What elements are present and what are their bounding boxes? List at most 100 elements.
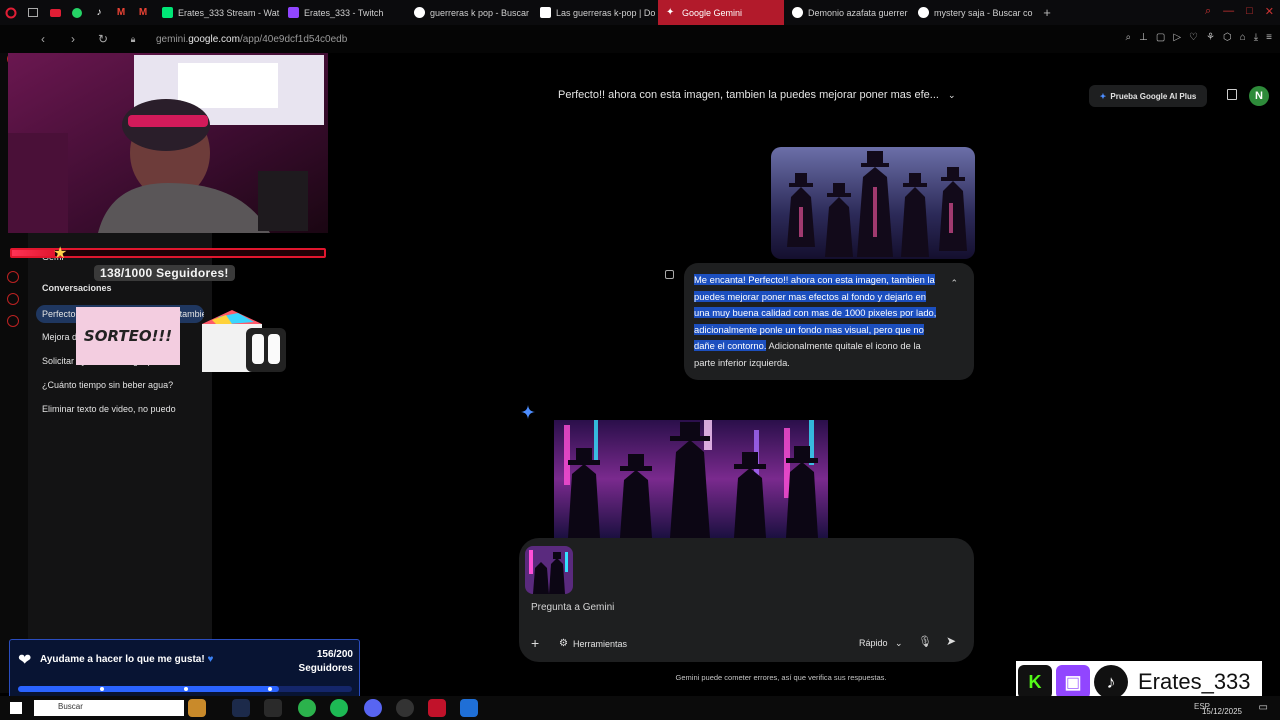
sidebar-app-icon[interactable]: [7, 271, 19, 283]
conversation-title[interactable]: Perfecto!! ahora con esta imagen, tambie…: [558, 89, 956, 101]
tools-button[interactable]: ⚙︎ Herramientas: [559, 638, 627, 649]
minimize-icon[interactable]: —: [1223, 5, 1234, 18]
toolbar-icons: ⌕ ⊥ ▢ ▷ ♡ ⚘ ⬡ ⌂ ⤓ ≡: [1126, 32, 1272, 43]
goal-widget: ❤︎ Ayudame a hacer lo que me gusta! ♥ 15…: [9, 639, 360, 701]
taskbar-app-icon[interactable]: [232, 699, 250, 717]
address-bar: ‹ › ↻ 🔒︎ gemini.google.com/app/40e9dcf1d…: [0, 25, 1280, 53]
url-prefix: gemini.: [156, 33, 189, 45]
snapshot-icon[interactable]: ▢: [1156, 32, 1165, 43]
heart-icon: ❤︎: [18, 652, 32, 669]
url-path: /app/40e9dcf1d54c0edb: [239, 33, 348, 45]
tab-6[interactable]: mystery saja - Buscar co: [910, 0, 1036, 25]
sorteo-sticker: SORTEO!!!: [76, 307, 180, 365]
nintendo-switch-image: [202, 310, 286, 372]
webcam-overlay: [8, 53, 328, 233]
taskbar-app-icon[interactable]: [330, 699, 348, 717]
obs-icon[interactable]: [396, 699, 414, 717]
tab-1[interactable]: Erates_333 - Twitch: [280, 0, 406, 25]
gmail-icon[interactable]: M: [110, 0, 132, 25]
whatsapp-icon[interactable]: [66, 0, 88, 25]
clock[interactable]: 15/12/2025: [1202, 707, 1242, 716]
attached-image-thumbnail[interactable]: [525, 546, 573, 594]
try-ai-plus-button[interactable]: ✦ Prueba Google AI Plus: [1089, 85, 1207, 107]
conversations-heading: Conversaciones: [42, 283, 112, 293]
lock-icon: 🔒︎: [130, 33, 136, 44]
goal-text: Ayudame a hacer lo que me gusta! ♥: [40, 654, 213, 665]
taskbar-app-icon[interactable]: [188, 699, 206, 717]
streamer-name: Erates_333: [1138, 669, 1251, 694]
discord-icon[interactable]: [364, 699, 382, 717]
tab-3[interactable]: Las guerreras k-pop | Do: [532, 0, 658, 25]
chevron-down-icon: ⌄: [895, 638, 903, 648]
user-message[interactable]: Me encanta! Perfecto!! ahora con esta im…: [684, 263, 974, 380]
download-icon[interactable]: ⤓: [1254, 32, 1258, 43]
gmail-icon-2[interactable]: M: [132, 0, 154, 25]
prompt-input[interactable]: [531, 602, 951, 613]
opera-taskbar-icon[interactable]: [428, 699, 446, 717]
forward-icon[interactable]: ›: [64, 32, 82, 46]
goal-progress-track: [18, 686, 352, 692]
opera-logo-icon[interactable]: [0, 0, 22, 25]
notification-icon[interactable]: ▭: [1259, 702, 1268, 713]
close-icon[interactable]: ✕: [1265, 5, 1274, 18]
menu-icon[interactable]: ≡: [1266, 32, 1272, 43]
pin-icon[interactable]: ⊥: [1139, 32, 1148, 43]
sidebar-app-icon[interactable]: [7, 293, 19, 305]
maximize-icon[interactable]: □: [1246, 5, 1253, 18]
tab-4[interactable]: ✦ Google Gemini: [658, 0, 784, 25]
gemini-spark-icon: ✦: [1099, 91, 1107, 101]
model-mode-select[interactable]: Rápido ⌄: [859, 638, 903, 649]
star-icon: ★: [53, 245, 68, 262]
blue-heart-icon: ♥: [207, 654, 214, 665]
kick-icon: K: [1018, 665, 1052, 699]
url-domain: google.com: [188, 33, 240, 45]
taskbar-app-icon[interactable]: [264, 699, 282, 717]
search-icon[interactable]: ⌕: [1126, 32, 1132, 43]
taskbar-app-icon[interactable]: [460, 699, 478, 717]
url-field[interactable]: gemini.google.com/app/40e9dcf1d54c0edb: [156, 34, 347, 45]
window-controls: ⌕ — □ ✕: [1205, 5, 1274, 18]
chevron-down-icon: ⌄: [948, 90, 956, 100]
profile-icon[interactable]: ⌂: [1240, 32, 1246, 43]
google-icon: [792, 7, 803, 18]
browser-tab-bar: ♪ M M Erates_333 Stream - Wat Erates_333…: [0, 0, 1280, 25]
goal-milestone-dot: [268, 687, 272, 691]
taskbar-search[interactable]: Buscar: [34, 700, 184, 716]
workspaces-icon[interactable]: [22, 0, 44, 25]
goal-milestone-dot: [184, 687, 188, 691]
puzzle-icon[interactable]: ⬡: [1223, 32, 1232, 43]
back-icon[interactable]: ‹: [34, 32, 52, 46]
play-icon[interactable]: ▷: [1173, 32, 1181, 43]
add-attachment-button[interactable]: +: [531, 635, 539, 651]
tiktok-icon[interactable]: ♪: [88, 0, 110, 25]
taskbar-app-icon[interactable]: [298, 699, 316, 717]
tab-label: Erates_333 - Twitch: [304, 7, 384, 18]
start-icon[interactable]: [10, 702, 22, 714]
heart-icon[interactable]: ♡: [1189, 32, 1198, 43]
sidebar-app-icon[interactable]: [7, 315, 19, 327]
kick-icon: [162, 7, 173, 18]
conversation-item[interactable]: ¿Cuánto tiempo sin beber agua?: [42, 380, 202, 390]
microphone-icon[interactable]: 🎙︎: [918, 635, 932, 648]
generated-image[interactable]: [554, 420, 828, 538]
chevron-up-icon[interactable]: ⌃: [950, 275, 958, 292]
delete-icon[interactable]: [1227, 89, 1237, 100]
extension-icon[interactable]: ⚘: [1206, 32, 1215, 43]
google-icon: [414, 7, 425, 18]
copy-icon[interactable]: [665, 270, 674, 279]
tab-5[interactable]: Demonio azafata guerrer: [784, 0, 910, 25]
tab-2[interactable]: guerreras k pop - Buscar: [406, 0, 532, 25]
tab-label: Demonio azafata guerrer: [808, 7, 908, 18]
new-tab-button[interactable]: +: [1036, 5, 1058, 20]
send-icon[interactable]: ➤: [946, 634, 956, 648]
tab-label: Las guerreras k-pop | Do: [556, 7, 656, 18]
tab-0[interactable]: Erates_333 Stream - Wat: [154, 0, 280, 25]
user-uploaded-image[interactable]: [771, 147, 975, 259]
search-tabs-icon[interactable]: ⌕: [1205, 5, 1211, 18]
conversation-item[interactable]: Eliminar texto de video, no puedo: [42, 404, 202, 414]
tab-label: Erates_333 Stream - Wat: [178, 7, 280, 18]
avatar[interactable]: N: [1249, 86, 1269, 106]
reload-icon[interactable]: ↻: [94, 32, 112, 46]
tab-label: Google Gemini: [682, 7, 743, 18]
youtube-icon[interactable]: [44, 0, 66, 25]
